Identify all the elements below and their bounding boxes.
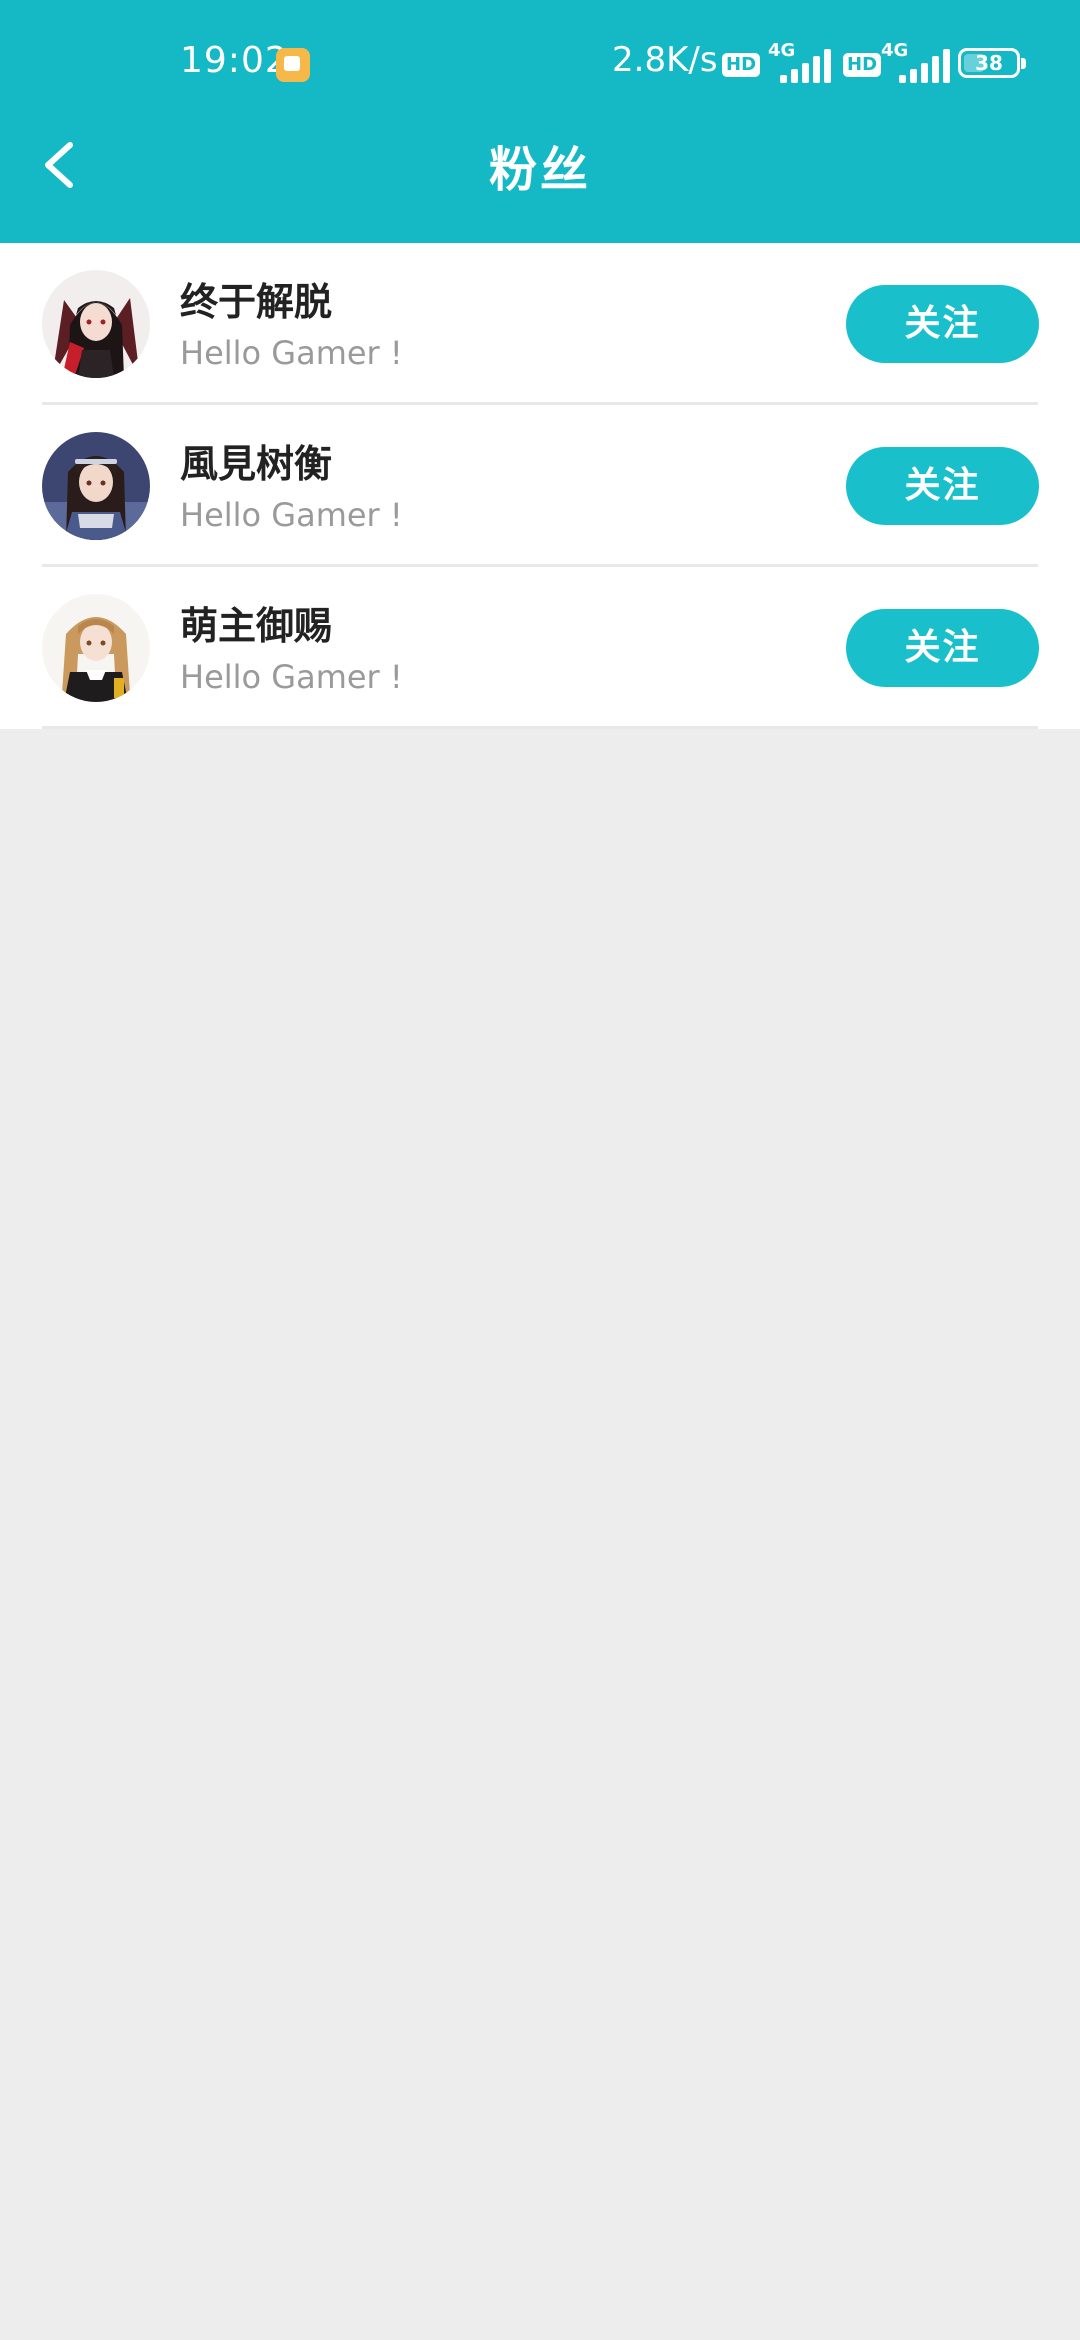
page-title: 粉丝 [488,142,591,198]
battery-icon: 38 [958,48,1026,78]
avatar[interactable] [42,594,150,702]
fan-signature: Hello Gamer ! [180,334,403,372]
app-header: 19:02 2.8K/s HD 4G HD 4G 38 粉丝 [0,0,1080,243]
avatar[interactable] [42,432,150,540]
follow-button[interactable]: 关注 [846,609,1039,687]
network-speed: 2.8K/s [612,40,718,80]
divider [42,726,1038,729]
status-time: 19:02 [180,40,289,81]
battery-level: 38 [975,51,1003,75]
signal-icon [885,47,950,83]
hd-icon: HD [722,53,761,77]
fan-signature: Hello Gamer ! [180,496,403,534]
fan-name: 终于解脱 [180,280,333,324]
hd-icon: HD [843,53,882,77]
fan-signature: Hello Gamer ! [180,658,403,696]
notification-icon [276,48,310,82]
fan-name: 風見树衡 [180,442,333,486]
avatar[interactable] [42,270,150,378]
list-item[interactable]: 風見树衡 Hello Gamer ! 关注 [0,405,1080,567]
fan-name: 萌主御赐 [180,604,333,648]
follow-button[interactable]: 关注 [846,447,1039,525]
status-bar: 19:02 2.8K/s HD 4G HD 4G 38 [0,0,1080,130]
signal-icon [770,47,831,83]
follow-button[interactable]: 关注 [846,285,1039,363]
list-item[interactable]: 萌主御赐 Hello Gamer ! 关注 [0,567,1080,729]
list-item[interactable]: 终于解脱 Hello Gamer ! 关注 [0,243,1080,405]
fans-list: 终于解脱 Hello Gamer ! 关注 風見树衡 Hello Gamer !… [0,243,1080,729]
